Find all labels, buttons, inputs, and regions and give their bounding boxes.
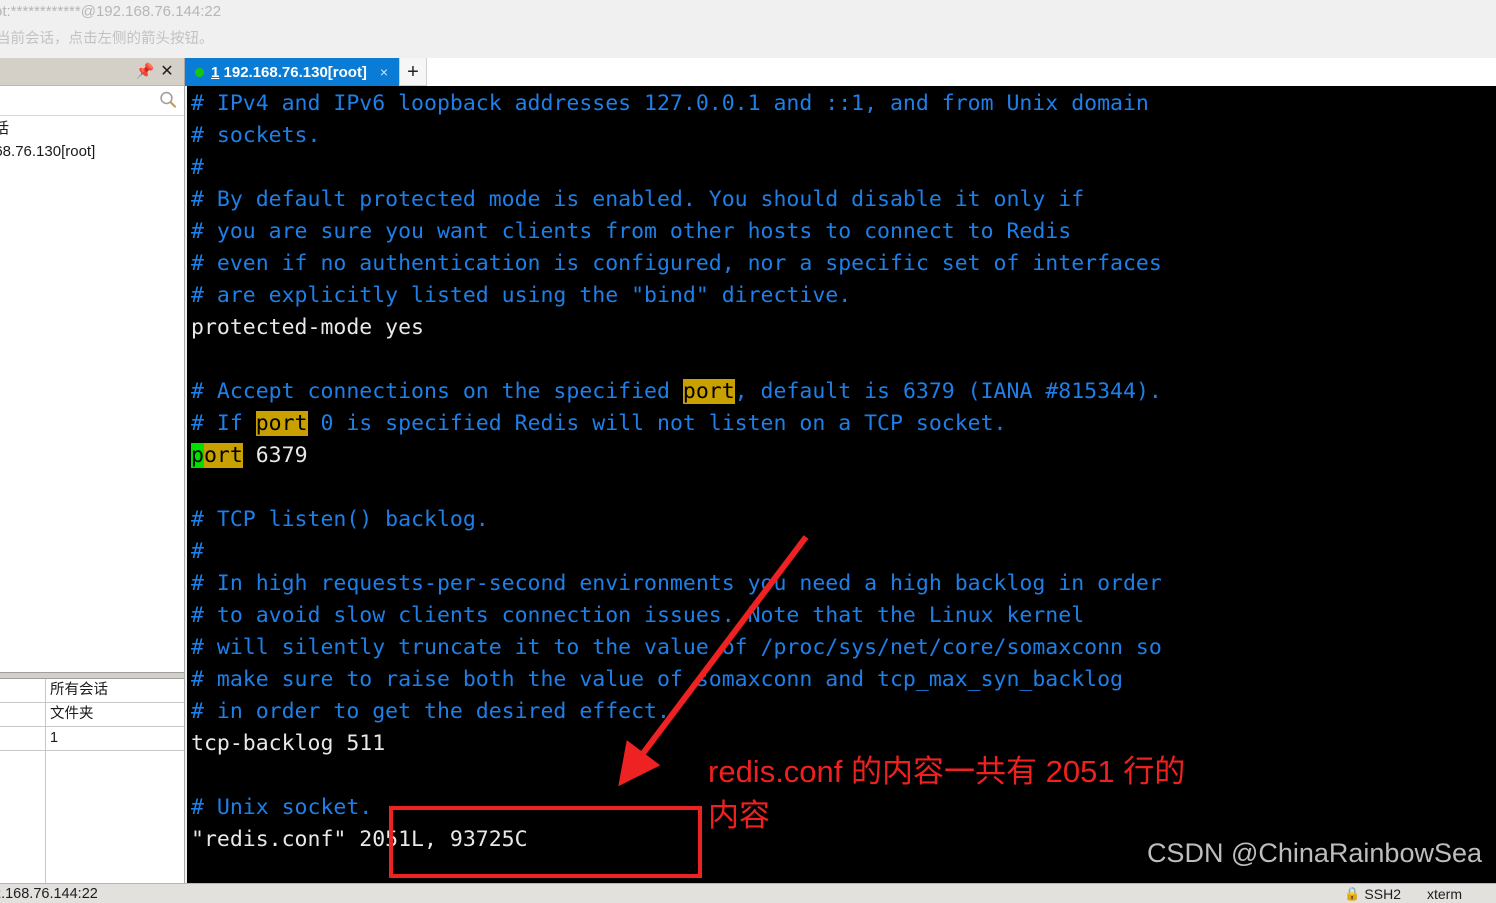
status-host: 2.168.76.144:22: [0, 885, 98, 902]
terminal-line: # In high requests-per-second environmen…: [191, 568, 1162, 600]
tab-label: 1 192.168.76.130[root]: [211, 64, 367, 81]
status-term: xterm: [1427, 885, 1462, 902]
terminal-span-cursor: p: [191, 443, 204, 468]
terminal-span-plain: "redis.conf" 2051L, 93725C: [191, 827, 528, 852]
terminal-line: # you are sure you want clients from oth…: [191, 216, 1162, 248]
terminal-span-comment: # make sure to raise both the value of s…: [191, 667, 1123, 692]
terminal-span-search: ort: [203, 443, 243, 468]
window-title: ot:************@192.168.76.144:22: [0, 2, 222, 20]
terminal-line: # make sure to raise both the value of s…: [191, 664, 1162, 696]
terminal-span-comment: # are explicitly listed using the "bind"…: [191, 283, 852, 308]
tab-index: 1: [211, 63, 220, 81]
terminal-line: # TCP listen() backlog.: [191, 504, 1162, 536]
tab-192-168-76-130[interactable]: 1 192.168.76.130[root] ×: [185, 58, 399, 86]
terminal-line: # By default protected mode is enabled. …: [191, 184, 1162, 216]
terminal-span-comment: # to avoid slow clients connection issue…: [191, 603, 1085, 628]
terminal-line: # IPv4 and IPv6 loopback addresses 127.0…: [191, 88, 1162, 120]
terminal-span-comment: # you are sure you want clients from oth…: [191, 219, 1072, 244]
table-row[interactable]: 1: [0, 727, 184, 751]
terminal-line: #: [191, 536, 1162, 568]
new-tab-button[interactable]: +: [399, 58, 427, 86]
close-icon[interactable]: ✕: [156, 61, 178, 83]
session-search-row[interactable]: [0, 86, 184, 116]
terminal-span-comment: # will silently truncate it to the value…: [191, 635, 1162, 660]
table-cell-key: [0, 727, 46, 750]
table-empty-key-col: [0, 751, 46, 885]
terminal-span-comment: # If: [191, 411, 256, 436]
terminal-span-comment: # even if no authentication is configure…: [191, 251, 1162, 276]
terminal-line: # Accept connections on the specified po…: [191, 376, 1162, 408]
watermark: CSDN @ChinaRainbowSea: [1146, 838, 1482, 868]
window-titlebar: ot:************@192.168.76.144:22: [0, 0, 1496, 22]
session-manager-header: 📌 ✕: [0, 58, 184, 86]
terminal-line: # to avoid slow clients connection issue…: [191, 600, 1162, 632]
terminal-span-comment: , default is 6379 (IANA #815344).: [734, 379, 1162, 404]
terminal-span-plain: protected-mode yes: [191, 315, 424, 340]
terminal-span-comment: # TCP listen() backlog.: [191, 507, 489, 532]
table-cell-value: 1: [50, 730, 59, 746]
terminal-span-plain: tcp-backlog 511: [191, 731, 386, 756]
tab-close-icon[interactable]: ×: [377, 64, 391, 80]
terminal-span-comment: # in order to get the desired effect.: [191, 699, 670, 724]
terminal-span-comment: #: [191, 155, 204, 180]
annotation-note: redis.conf 的内容一共有 2051 行的 内容: [708, 754, 1186, 833]
table-cell-key: [0, 703, 46, 726]
terminal-line: # will silently truncate it to the value…: [191, 632, 1162, 664]
terminal-lines: # IPv4 and IPv6 loopback addresses 127.0…: [191, 88, 1162, 856]
table-empty-value-col: [46, 751, 184, 885]
status-right-group: 🔒 SSH2 xterm: [1344, 886, 1462, 902]
session-tree-group[interactable]: 话: [0, 118, 184, 140]
terminal-span-plain: 6379: [242, 443, 308, 468]
status-bar: 2.168.76.144:22 🔒 SSH2 xterm: [0, 883, 1496, 903]
tab-title: 192.168.76.130[root]: [223, 63, 367, 81]
pin-icon[interactable]: 📌: [134, 61, 156, 83]
table-row[interactable]: 所有会话: [0, 679, 184, 703]
session-manager-panel: 📌 ✕ 话 168.76.130[root] 所有会话 文件夹: [0, 58, 185, 885]
terminal-span-search: port: [682, 379, 735, 404]
terminal-line: # are explicitly listed using the "bind"…: [191, 280, 1162, 312]
terminal-span-comment: #: [191, 539, 204, 564]
table-row[interactable]: 文件夹: [0, 703, 184, 727]
terminal-span-comment: # sockets.: [191, 123, 321, 148]
terminal-line: # sockets.: [191, 120, 1162, 152]
terminal-span-comment: # Unix socket.: [191, 795, 373, 820]
terminal-span-comment: # Accept connections on the specified: [191, 379, 683, 404]
terminal-span-comment: # In high requests-per-second environmen…: [191, 571, 1162, 596]
terminal-line: #: [191, 152, 1162, 184]
session-hint-bar: 当前会话，点击左侧的箭头按钮。: [0, 22, 1496, 54]
terminal-span-search: port: [255, 411, 308, 436]
terminal-line: # even if no authentication is configure…: [191, 248, 1162, 280]
terminal-span-comment: 0 is specified Redis will not listen on …: [307, 411, 1007, 436]
lock-icon: 🔒: [1344, 885, 1361, 901]
table-cell-key: [0, 679, 46, 702]
table-cell-value: 文件夹: [50, 706, 94, 722]
session-tree-item[interactable]: 168.76.130[root]: [0, 140, 184, 164]
table-cell-value: 所有会话: [50, 682, 108, 698]
status-ssh: 🔒 SSH2: [1344, 886, 1401, 902]
terminal-span-comment: # By default protected mode is enabled. …: [191, 187, 1085, 212]
connection-status-icon: [195, 67, 204, 77]
tab-strip: 1 192.168.76.130[root] × +: [185, 58, 1496, 86]
tab-strip-empty: [427, 58, 1496, 86]
table-empty-area: [0, 751, 184, 885]
session-properties-table: 所有会话 文件夹 1: [0, 672, 184, 885]
session-tree[interactable]: 话 168.76.130[root]: [0, 116, 184, 672]
terminal-span-comment: # IPv4 and IPv6 loopback addresses 127.0…: [191, 91, 1149, 116]
terminal-line: protected-mode yes: [191, 312, 1162, 344]
terminal-line: # in order to get the desired effect.: [191, 696, 1162, 728]
terminal-line: # If port 0 is specified Redis will not …: [191, 408, 1162, 440]
securecrt-window: ot:************@192.168.76.144:22 当前会话，点…: [0, 0, 1496, 903]
status-ssh-label: SSH2: [1364, 885, 1401, 902]
search-icon[interactable]: [158, 90, 178, 110]
terminal-line: port 6379: [191, 440, 1162, 472]
session-hint-text: 当前会话，点击左侧的箭头按钮。: [0, 31, 214, 47]
